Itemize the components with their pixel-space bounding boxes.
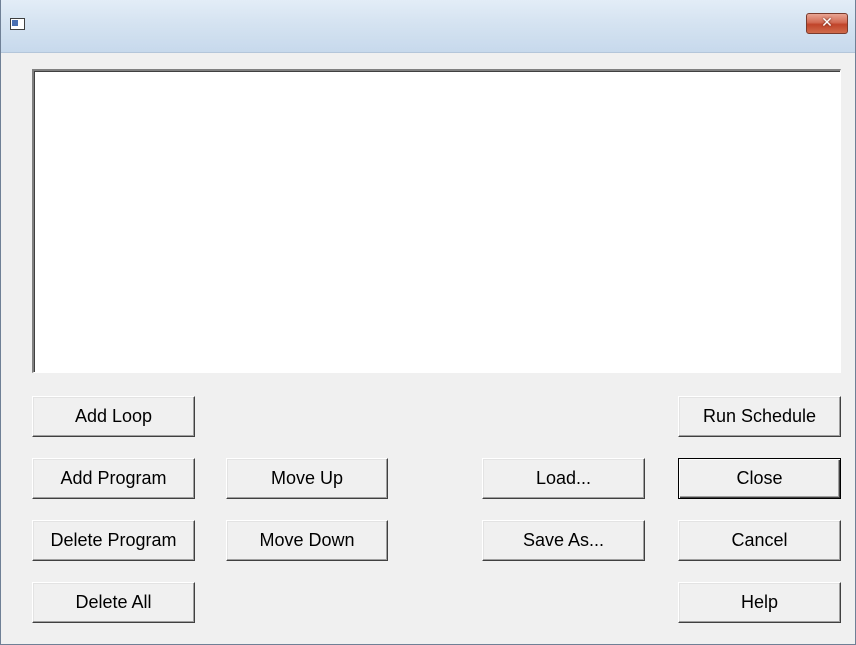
move-up-button[interactable]: Move Up — [226, 458, 388, 499]
delete-program-button[interactable]: Delete Program — [32, 520, 195, 561]
delete-all-button[interactable]: Delete All — [32, 582, 195, 623]
title-bar[interactable]: ✕ — [1, 0, 855, 53]
cancel-button[interactable]: Cancel — [678, 520, 841, 561]
schedule-dialog: ✕ Add Loop Add Program Delete Program De… — [0, 0, 856, 645]
close-icon: ✕ — [821, 15, 833, 31]
move-down-button[interactable]: Move Down — [226, 520, 388, 561]
close-window-button[interactable]: ✕ — [806, 13, 848, 34]
run-schedule-button[interactable]: Run Schedule — [678, 396, 841, 437]
add-loop-button[interactable]: Add Loop — [32, 396, 195, 437]
app-window-icon — [10, 18, 25, 30]
load-button[interactable]: Load... — [482, 458, 645, 499]
schedule-list[interactable] — [32, 69, 841, 373]
add-program-button[interactable]: Add Program — [32, 458, 195, 499]
close-button[interactable]: Close — [678, 458, 841, 499]
save-as-button[interactable]: Save As... — [482, 520, 645, 561]
help-button[interactable]: Help — [678, 582, 841, 623]
